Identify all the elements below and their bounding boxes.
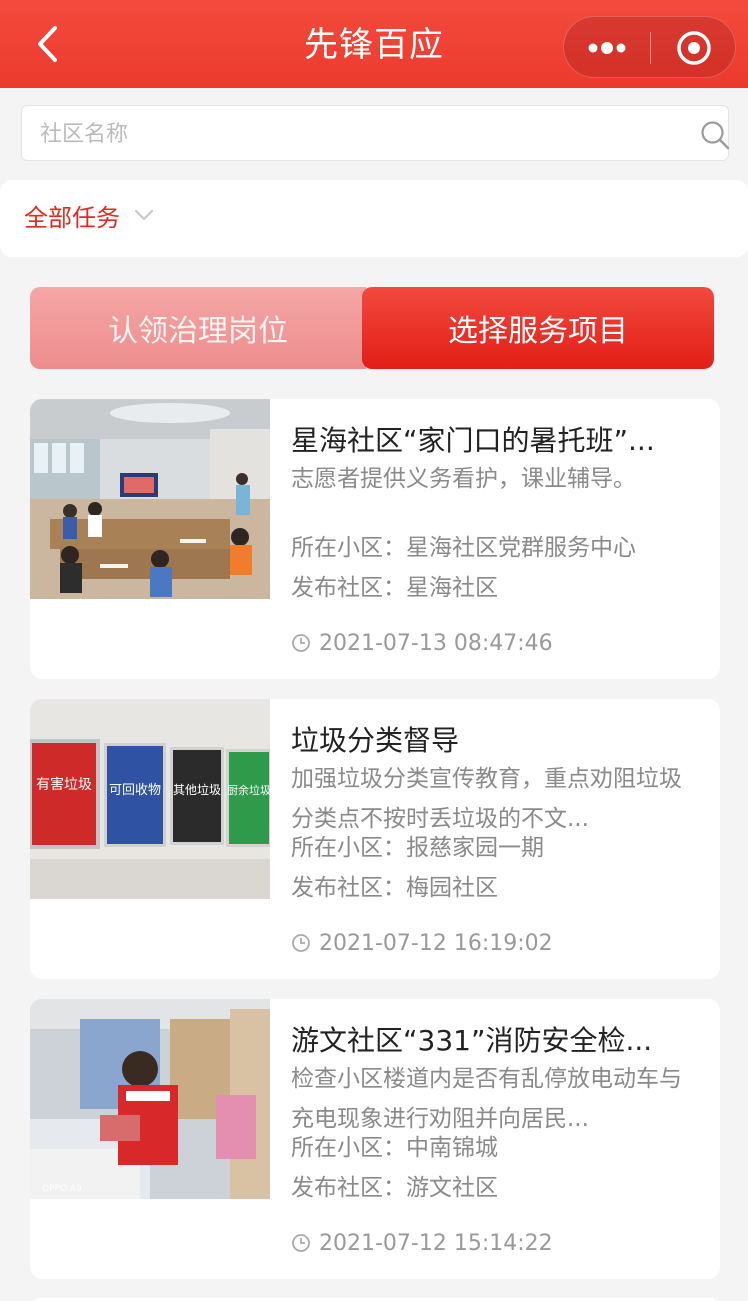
tab-select-service[interactable]: 选择服务项目: [362, 287, 714, 369]
task-card[interactable]: 星海社区“家门口的暑托班”... 志愿者提供义务看护，课业辅导。 所在小区：星海…: [30, 399, 720, 679]
task-title: 星海社区“家门口的暑托班”...: [291, 424, 655, 457]
poster-kitchen-text: 厨余垃圾: [227, 783, 270, 797]
task-card[interactable]: 有害垃圾 可回收物 其他垃圾 厨余垃圾 垃圾分类督导 加强垃圾分类宣传教育，重点…: [30, 699, 720, 979]
photo-watermark: OPPO A9: [42, 1184, 82, 1194]
task-description: 检查小区楼道内是否有乱停放电动车与充电现象进行劝阻并向居民...: [291, 1066, 682, 1132]
more-button[interactable]: [564, 17, 650, 79]
task-publisher: 发布社区：游文社区: [291, 1175, 498, 1201]
task-community-area: 所在小区：报慈家园一期: [291, 835, 544, 861]
task-time: 2021-07-13 08:47:46: [291, 625, 553, 661]
card-photo-fire-inspection: OPPO A9: [30, 999, 270, 1199]
task-description: 志愿者提供义务看护，课业辅导。: [291, 466, 636, 492]
task-title: 游文社区“331”消防安全检...: [291, 1024, 653, 1057]
task-publisher: 发布社区：星海社区: [291, 575, 498, 601]
task-card[interactable]: OPPO A9 游文社区“331”消防安全检... 检查小区楼道内是否有乱停放电…: [30, 999, 720, 1279]
task-title: 垃圾分类督导: [291, 724, 460, 757]
task-time-text: 2021-07-12 15:14:22: [319, 1230, 553, 1256]
search-box: [21, 105, 730, 161]
clock-icon: [292, 1234, 310, 1252]
task-time: 2021-07-12 15:14:22: [291, 1225, 553, 1261]
task-time: 2021-07-12 16:19:02: [291, 925, 553, 961]
poster-other-text: 其他垃圾: [173, 782, 221, 797]
more-dots-icon: [588, 42, 626, 54]
target-close-icon: [677, 31, 711, 65]
clock-icon: [292, 634, 310, 652]
filter-bar: 全部任务: [0, 180, 748, 257]
chevron-down-icon: [134, 209, 154, 221]
task-filter-label: 全部任务: [24, 204, 120, 232]
task-community-area: 所在小区：中南锦城: [291, 1135, 498, 1161]
task-community-area: 所在小区：星海社区党群服务中心: [291, 535, 636, 561]
task-description: 加强垃圾分类宣传教育，重点劝阻垃圾分类点不按时丢垃圾的不文...: [291, 766, 682, 832]
close-button[interactable]: [651, 17, 737, 79]
task-type-tabs: 认领治理岗位 选择服务项目: [30, 287, 714, 369]
mini-program-capsule: [563, 16, 736, 78]
clock-icon: [292, 934, 310, 952]
tab-claim-position[interactable]: 认领治理岗位: [30, 287, 366, 369]
task-time-text: 2021-07-12 16:19:02: [319, 930, 553, 956]
card-photo-classroom: [30, 399, 270, 599]
task-publisher: 发布社区：梅园社区: [291, 875, 498, 901]
task-time-text: 2021-07-13 08:47:46: [319, 630, 553, 656]
card-photo-sorting-posters: 有害垃圾 可回收物 其他垃圾 厨余垃圾: [30, 699, 270, 899]
search-icon[interactable]: [700, 120, 730, 150]
task-filter-dropdown[interactable]: 全部任务: [24, 198, 154, 238]
poster-hazardous-text: 有害垃圾: [36, 777, 92, 793]
nav-header: 先锋百应: [0, 0, 748, 88]
poster-recyclable-text: 可回收物: [109, 783, 161, 798]
search-input[interactable]: [40, 116, 660, 152]
